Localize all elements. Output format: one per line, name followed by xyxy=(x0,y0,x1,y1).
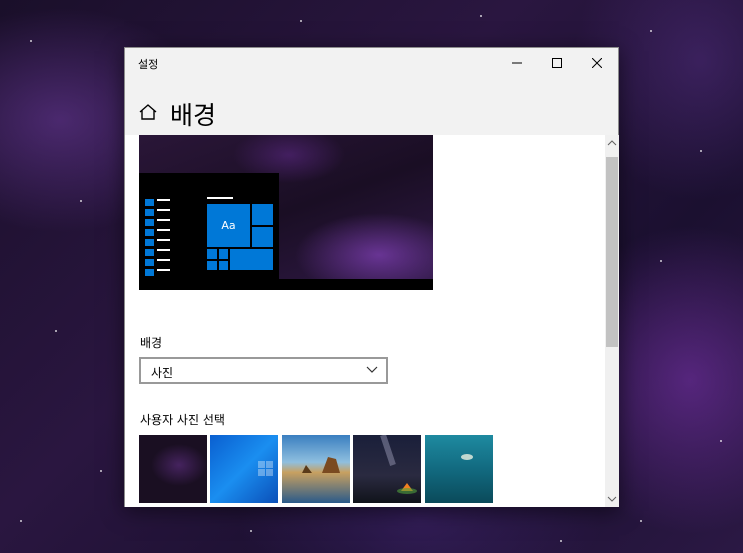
dropdown-value: 사진 xyxy=(151,366,174,380)
minimize-icon xyxy=(512,62,522,64)
page-title: 배경 xyxy=(170,101,217,130)
preview-tile xyxy=(251,203,274,226)
windows-logo-icon xyxy=(258,461,273,476)
preview-tile-large: Aa xyxy=(206,203,251,248)
photo-thumbnail-space[interactable] xyxy=(139,435,207,503)
scroll-up-icon[interactable] xyxy=(607,139,617,147)
vertical-scrollbar[interactable] xyxy=(605,135,619,507)
maximize-icon xyxy=(552,58,562,68)
choose-photo-label: 사용자 사진 선택 xyxy=(140,413,225,427)
preview-taskbar xyxy=(139,279,433,290)
close-button[interactable] xyxy=(577,48,617,78)
preview-app-labels xyxy=(157,199,170,279)
close-icon xyxy=(592,58,602,68)
preview-tile-wide xyxy=(229,248,274,271)
preview-tile xyxy=(218,248,229,260)
background-label: 배경 xyxy=(140,336,163,350)
preview-tile xyxy=(206,248,218,260)
minimize-button[interactable] xyxy=(497,48,537,78)
preview-tile-text: Aa xyxy=(221,219,236,232)
rock-formation-icon xyxy=(302,457,340,473)
tent-icon xyxy=(380,435,417,494)
scrollbar-thumb[interactable] xyxy=(606,157,618,347)
preview-app-icons xyxy=(145,199,154,279)
window-title: 설정 xyxy=(138,58,159,71)
photo-thumbnail-windows[interactable] xyxy=(210,435,278,503)
swimmer-icon xyxy=(461,454,473,460)
photo-thumbnail-night-sky[interactable] xyxy=(353,435,421,503)
preview-header-line xyxy=(207,197,233,199)
maximize-button[interactable] xyxy=(537,48,577,78)
chevron-down-icon xyxy=(366,366,378,373)
preview-tile xyxy=(251,226,274,248)
preview-start-menu: Aa xyxy=(139,173,279,280)
settings-window: 설정 배경 Aa 배경 사진 사용자 사진 선택 xyxy=(124,47,619,507)
photo-thumbnail-underwater[interactable] xyxy=(425,435,493,503)
content-area: Aa 배경 사진 사용자 사진 선택 xyxy=(125,135,605,507)
home-icon[interactable] xyxy=(139,104,157,124)
background-preview: Aa xyxy=(139,135,433,290)
photo-thumbnail-beach[interactable] xyxy=(282,435,350,503)
preview-tile xyxy=(206,260,218,271)
preview-tile xyxy=(218,260,229,271)
scroll-down-icon[interactable] xyxy=(607,495,617,503)
background-type-dropdown[interactable]: 사진 xyxy=(139,357,388,384)
title-bar[interactable]: 설정 xyxy=(125,48,618,80)
page-header: 배경 xyxy=(125,80,618,135)
